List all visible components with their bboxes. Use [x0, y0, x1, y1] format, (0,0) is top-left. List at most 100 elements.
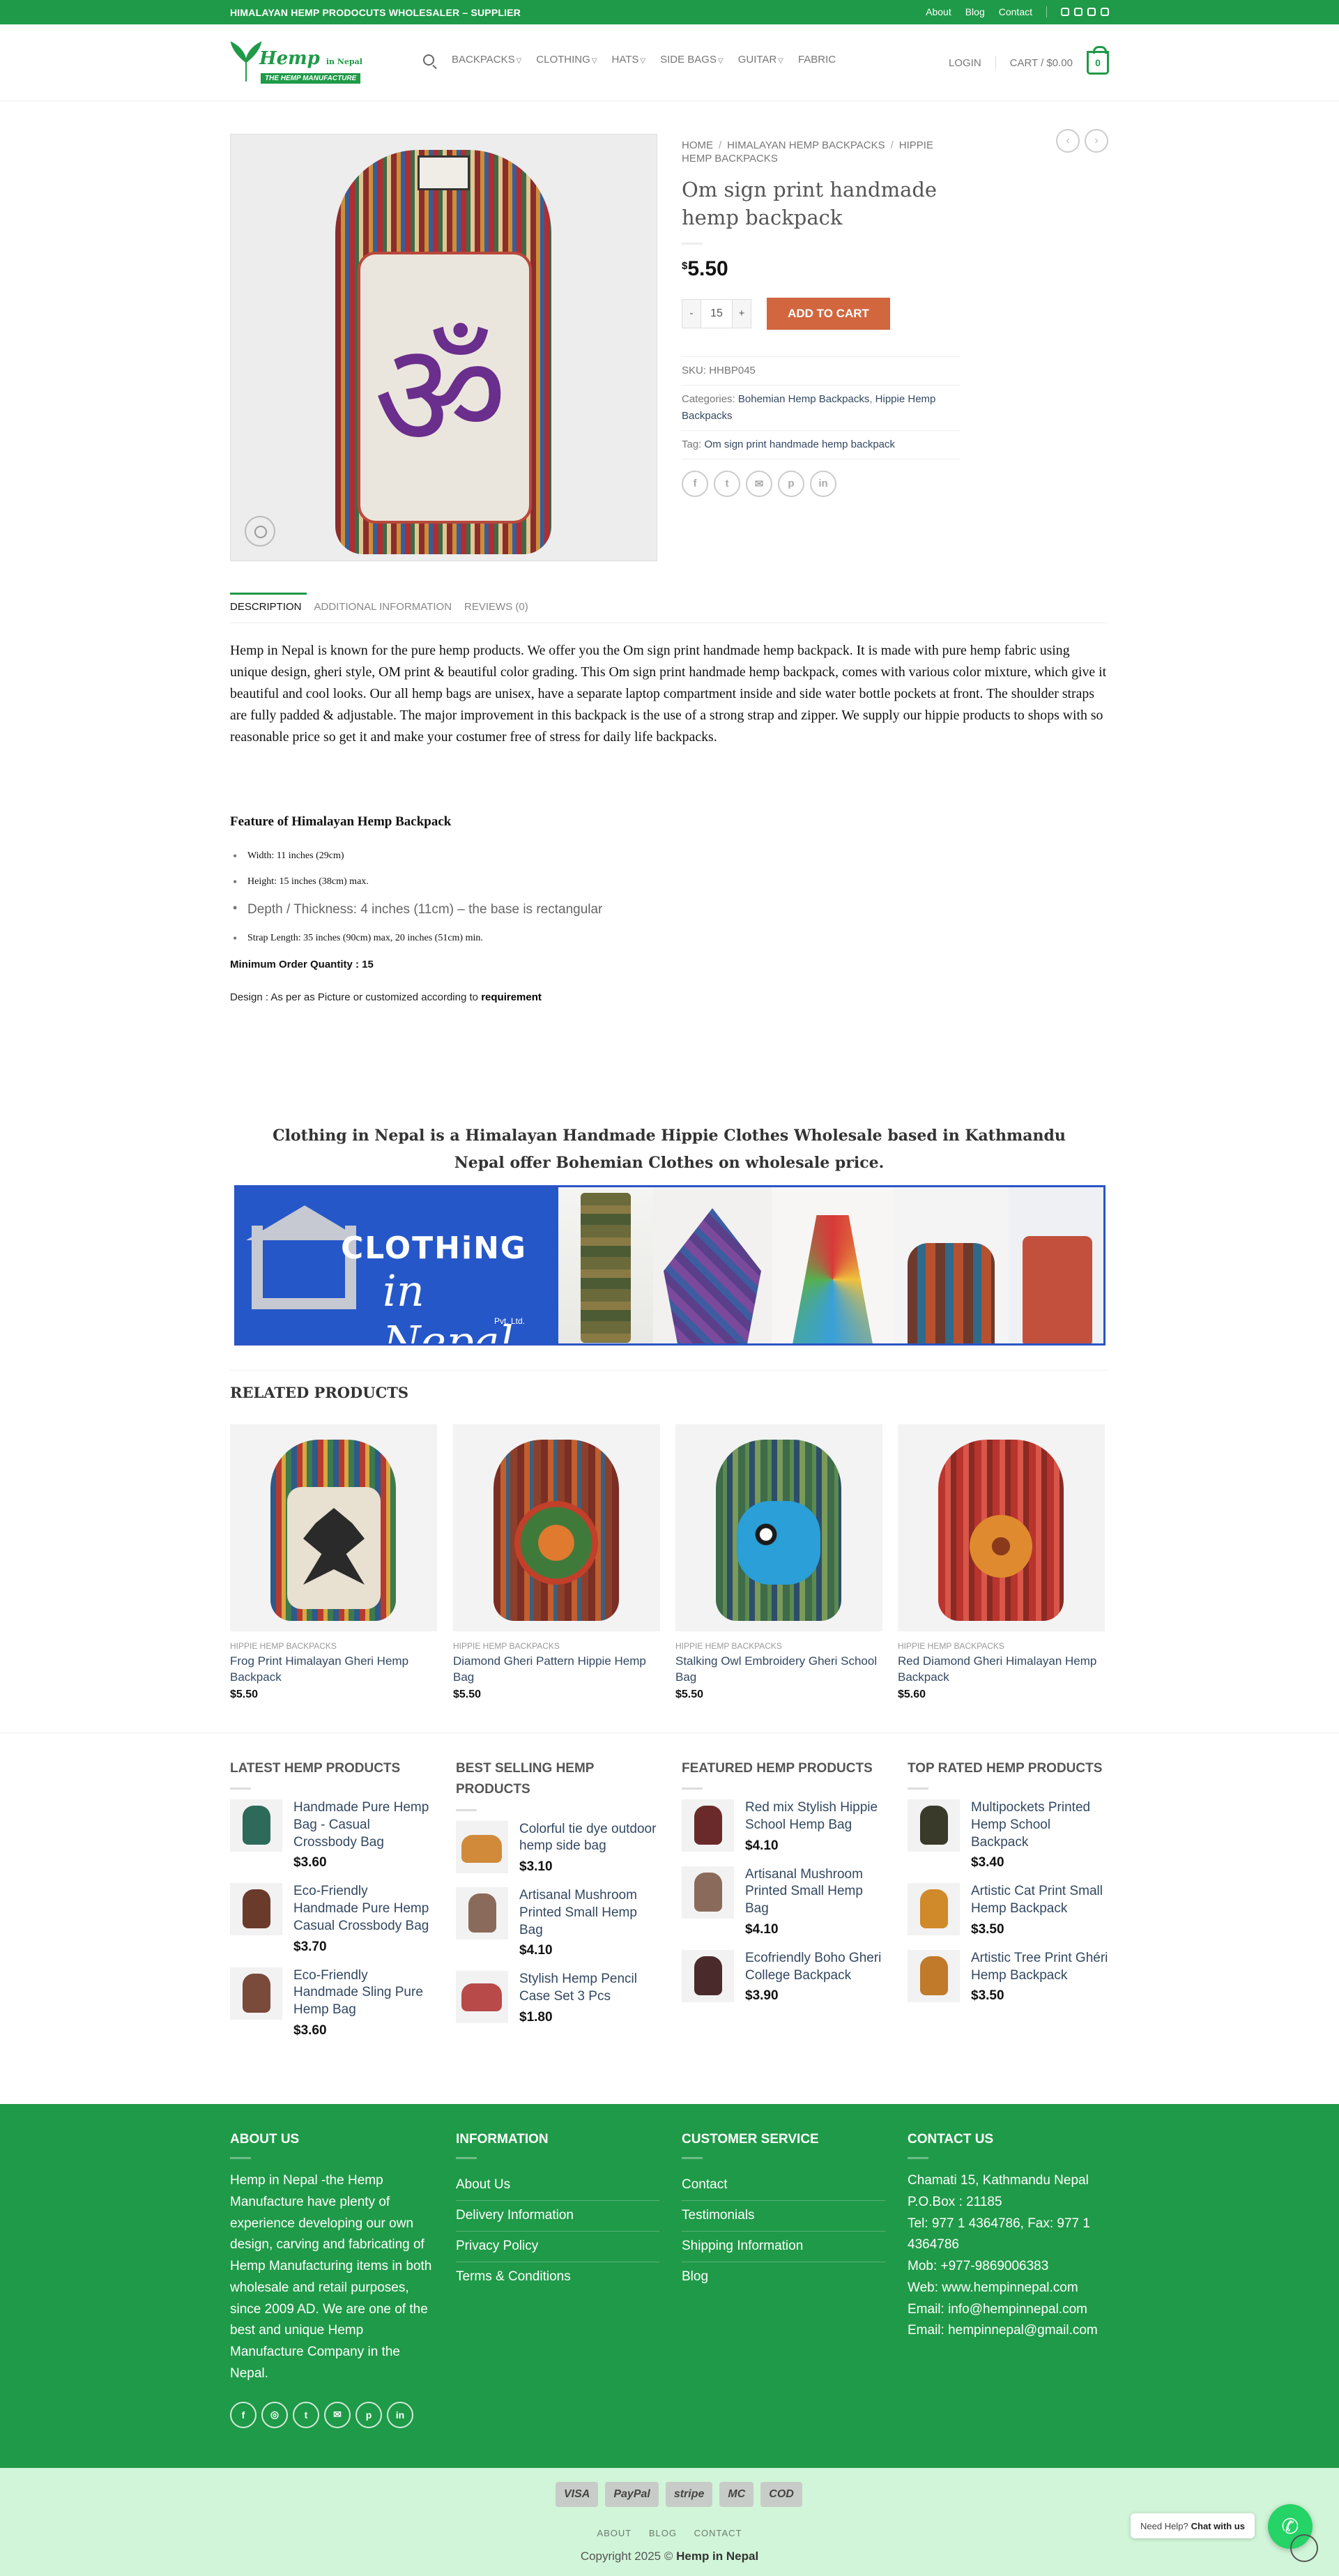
related-product-name[interactable]: Frog Print Himalayan Gheri Hemp Backpack [230, 1654, 437, 1686]
qty-plus-button[interactable]: + [733, 299, 751, 328]
widget-product-name[interactable]: Red mix Stylish Hippie School Hemp Bag [745, 1799, 885, 1834]
footer-link-contact[interactable]: Contact [682, 2170, 885, 2201]
widget-product-thumb[interactable] [682, 1949, 734, 2002]
bottom-link-blog[interactable]: BLOG [649, 2528, 677, 2538]
footer-link-shipping[interactable]: Shipping Information [682, 2232, 885, 2262]
nav-guitar[interactable]: GUITAR ▽ [738, 54, 783, 66]
site-logo[interactable]: Hemp in Nepal THE HEMP MANUFACTURE [230, 38, 366, 87]
widget-product-name[interactable]: Artisanal Mushroom Printed Small Hemp Ba… [745, 1866, 885, 1918]
widget-product[interactable]: Stylish Hemp Pencil Case Set 3 Pcs $1.80 [456, 1971, 659, 2025]
login-link[interactable]: LOGIN [949, 57, 981, 69]
linkedin-icon[interactable]: in [810, 470, 836, 497]
widget-product[interactable]: Artisanal Mushroom Printed Small Hemp Ba… [682, 1866, 885, 1937]
related-product-image[interactable] [230, 1424, 437, 1631]
breadcrumb-home[interactable]: HOME [682, 139, 713, 151]
contact-email[interactable]: Email: info@hempinnepal.com [908, 2299, 1111, 2321]
widget-product-name[interactable]: Stylish Hemp Pencil Case Set 3 Pcs [519, 1971, 659, 2005]
back-to-top-icon[interactable] [1290, 2534, 1318, 2562]
widget-product[interactable]: Artistic Cat Print Small Hemp Backpack $3… [908, 1883, 1111, 1937]
widget-product-name[interactable]: Eco-Friendly Handmade Sling Pure Hemp Ba… [293, 1967, 434, 2019]
tab-reviews[interactable]: REVIEWS (0) [464, 593, 528, 623]
bottom-link-about[interactable]: ABOUT [597, 2528, 632, 2538]
top-link-contact[interactable]: Contact [999, 6, 1032, 17]
widget-product[interactable]: Handmade Pure Hemp Bag - Casual Crossbod… [230, 1799, 434, 1870]
instagram-icon[interactable] [1074, 8, 1082, 16]
linkedin-icon[interactable]: in [387, 2401, 413, 2428]
related-product-card[interactable]: HIPPIE HEMP BACKPACKS Stalking Owl Embro… [675, 1424, 882, 1701]
widget-product[interactable]: Artisanal Mushroom Printed Small Hemp Ba… [456, 1887, 659, 1958]
related-product-image[interactable] [453, 1424, 660, 1631]
widget-product-thumb[interactable] [230, 1967, 282, 2020]
related-product-category[interactable]: HIPPIE HEMP BACKPACKS [898, 1641, 1105, 1651]
widget-product-thumb[interactable] [682, 1799, 734, 1852]
prev-product-icon[interactable]: ‹ [1056, 129, 1080, 153]
widget-product-thumb[interactable] [456, 1971, 508, 2024]
bottom-link-contact[interactable]: CONTACT [694, 2528, 742, 2538]
nav-fabric[interactable]: FABRIC [798, 54, 836, 66]
next-product-icon[interactable]: › [1085, 129, 1108, 153]
breadcrumb-himalayan-hemp-backpacks[interactable]: HIMALAYAN HEMP BACKPACKS [727, 139, 885, 151]
related-product-category[interactable]: HIPPIE HEMP BACKPACKS [675, 1641, 882, 1651]
contact-web[interactable]: Web: www.hempinnepal.com [908, 2278, 1111, 2299]
widget-product-thumb[interactable] [682, 1866, 734, 1919]
tab-additional-information[interactable]: ADDITIONAL INFORMATION [314, 593, 452, 623]
footer-link-blog[interactable]: Blog [682, 2262, 885, 2292]
nav-hats[interactable]: HATS ▽ [612, 54, 646, 66]
top-link-about[interactable]: About [926, 6, 951, 17]
footer-link-testimonials[interactable]: Testimonials [682, 2201, 885, 2232]
widget-product[interactable]: Colorful tie dye outdoor hemp side bag $3… [456, 1820, 659, 1875]
footer-link-terms[interactable]: Terms & Conditions [456, 2262, 659, 2292]
related-product-name[interactable]: Red Diamond Gheri Himalayan Hemp Backpac… [898, 1654, 1105, 1686]
clothing-in-nepal-banner[interactable]: CLOTHiNG in Nepal Pvt. Ltd. [234, 1185, 1105, 1346]
widget-product[interactable]: Red mix Stylish Hippie School Hemp Bag $4… [682, 1799, 885, 1853]
footer-link-delivery[interactable]: Delivery Information [456, 2201, 659, 2232]
top-link-blog[interactable]: Blog [965, 6, 985, 17]
widget-product-thumb[interactable] [230, 1799, 282, 1852]
tab-description[interactable]: DESCRIPTION [230, 593, 307, 623]
related-product-card[interactable]: HIPPIE HEMP BACKPACKS Diamond Gheri Patt… [453, 1424, 660, 1701]
zoom-icon[interactable] [245, 516, 275, 547]
nav-clothing[interactable]: CLOTHING ▽ [536, 54, 597, 66]
widget-product-thumb[interactable] [908, 1883, 960, 1936]
search-icon[interactable] [423, 54, 434, 66]
widget-product-name[interactable]: Handmade Pure Hemp Bag - Casual Crossbod… [293, 1799, 434, 1851]
twitter-icon[interactable]: t [714, 470, 740, 497]
related-product-name[interactable]: Stalking Owl Embroidery Gheri School Bag [675, 1654, 882, 1686]
widget-product[interactable]: Eco-Friendly Handmade Sling Pure Hemp Ba… [230, 1967, 434, 2038]
facebook-icon[interactable]: f [230, 2401, 257, 2428]
twitter-icon[interactable]: t [293, 2401, 319, 2428]
email-icon[interactable] [1101, 8, 1109, 16]
cart-link[interactable]: CART / $0.00 [1010, 57, 1073, 69]
nav-backpacks[interactable]: BACKPACKS ▽ [452, 54, 521, 66]
facebook-icon[interactable]: f [682, 470, 708, 497]
widget-product-name[interactable]: Colorful tie dye outdoor hemp side bag [519, 1821, 659, 1855]
pinterest-icon[interactable]: p [355, 2401, 382, 2428]
footer-link-privacy[interactable]: Privacy Policy [456, 2232, 659, 2262]
widget-product[interactable]: Eco-Friendly Handmade Pure Hemp Casual C… [230, 1883, 434, 1954]
cart-icon[interactable]: 0 [1087, 46, 1109, 75]
widget-product-thumb[interactable] [908, 1949, 960, 2002]
footer-link-about-us[interactable]: About Us [456, 2170, 659, 2201]
widget-product-thumb[interactable] [456, 1820, 508, 1873]
widget-product-thumb[interactable] [230, 1883, 282, 1936]
widget-product-name[interactable]: Multipockets Printed Hemp School Backpac… [971, 1799, 1111, 1851]
add-to-cart-button[interactable]: Add to cart [767, 297, 890, 330]
widget-product-thumb[interactable] [456, 1887, 508, 1940]
widget-product-name[interactable]: Artisanal Mushroom Printed Small Hemp Ba… [519, 1887, 659, 1939]
related-product-image[interactable] [675, 1424, 882, 1631]
widget-product-name[interactable]: Artistic Tree Print Ghéri Hemp Backpack [971, 1950, 1111, 1984]
widget-product-name[interactable]: Ecofriendly Boho Gheri College Backpack [745, 1950, 885, 1984]
related-product-image[interactable] [898, 1424, 1105, 1631]
tag-link[interactable]: Om sign print handmade hemp backpack [705, 439, 895, 450]
facebook-icon[interactable] [1061, 8, 1069, 16]
widget-product-thumb[interactable] [908, 1799, 960, 1852]
qty-input[interactable] [701, 299, 733, 328]
pinterest-icon[interactable]: p [778, 470, 804, 497]
related-product-card[interactable]: HIPPIE HEMP BACKPACKS Frog Print Himalay… [230, 1424, 437, 1701]
category-link[interactable]: Bohemian Hemp Backpacks [738, 393, 869, 405]
widget-product[interactable]: Multipockets Printed Hemp School Backpac… [908, 1799, 1111, 1870]
qty-minus-button[interactable]: - [682, 299, 701, 328]
widget-product-name[interactable]: Artistic Cat Print Small Hemp Backpack [971, 1883, 1111, 1917]
email-icon[interactable]: ✉ [324, 2401, 351, 2428]
related-product-card[interactable]: HIPPIE HEMP BACKPACKS Red Diamond Gheri … [898, 1424, 1105, 1701]
